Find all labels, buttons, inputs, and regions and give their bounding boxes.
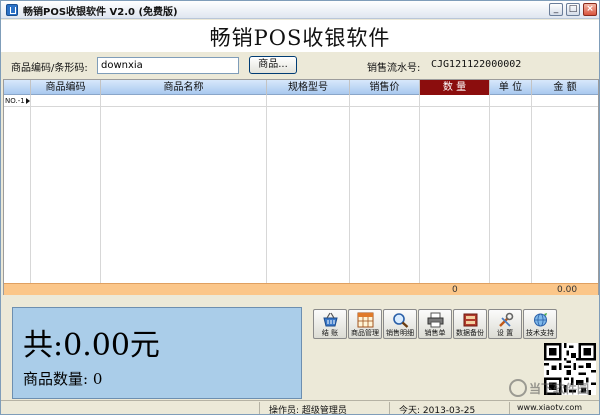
goods-management-button[interactable]: 商品管理 [348,309,382,339]
close-button[interactable]: × [583,3,597,16]
barcode-row: 商品编码/条形码: 商品... 销售流水号: CJG121122000002 [1,52,599,78]
grid-corner [4,80,31,95]
column-header-amount[interactable]: 金 额 [532,80,598,95]
watermark-text: 当下软件园 [529,382,590,396]
goods-management-label: 商品管理 [351,329,379,337]
grid-summary-row: 0 0.00 [4,283,598,295]
sales-slip-label: 销售单 [424,329,446,337]
data-backup-label: 数据备份 [456,329,484,337]
total-panel: 共:0.00元 商品数量: 0 [12,307,302,399]
status-url: www.xiaotv.com [517,403,583,412]
item-count: 商品数量: 0 [23,368,102,389]
status-bar: 操作员: 超级管理员 今天: 2013-03-25 www.xiaotv.com [1,400,599,415]
status-operator: 操作员: 超级管理员 [269,406,347,415]
column-header-name[interactable]: 商品名称 [101,80,267,95]
tech-support-label: 技术支持 [526,329,554,337]
sales-detail-label: 销售明细 [386,329,414,337]
column-header-quantity[interactable]: 数 量 [420,80,490,95]
amount-total: 0.00 [557,285,578,295]
app-icon [6,4,18,16]
maximize-button[interactable]: □ [566,3,580,16]
status-separator [259,402,260,414]
column-header-unit[interactable]: 单 位 [490,80,532,95]
grid-header: 商品编码 商品名称 规格型号 销售价 数 量 单 位 金 额 [4,80,598,95]
page-title: 畅销POS收银软件 [209,26,391,50]
item-count-value: 0 [92,370,103,388]
printer-icon [427,312,444,328]
sales-detail-button[interactable]: 销售明细 [383,309,417,339]
table-row[interactable]: NO.-1 [4,96,598,107]
goods-grid-icon [357,312,374,328]
column-header-spec[interactable]: 规格型号 [267,80,350,95]
pos-window: 畅销POS收银软件 V2.0 (免费版) _ □ × 畅销POS收银软件 商品编… [0,0,600,415]
barcode-label: 商品编码/条形码: [11,63,88,74]
app-header: 畅销POS收银软件 [1,20,599,52]
grid-divider [531,95,532,283]
grid-divider [30,95,31,283]
support-globe-icon [534,313,547,327]
grid-divider [419,95,420,283]
watermark-logo-icon [509,379,527,397]
total-amount: 共:0.00元 [23,328,160,363]
data-backup-button[interactable]: 数据备份 [453,309,487,339]
grid-divider [100,95,101,283]
column-header-price[interactable]: 销售价 [350,80,420,95]
grid-divider [489,95,490,283]
window-title: 畅销POS收银软件 V2.0 (免费版) [23,7,178,18]
grid-divider [349,95,350,283]
sales-slip-button[interactable]: 销售单 [418,309,452,339]
title-bar[interactable]: 畅销POS收银软件 V2.0 (免费版) _ □ × [1,1,599,19]
checkout-basket-icon [323,312,338,327]
quantity-total: 0 [452,285,458,295]
checkout-label: 结 账 [321,329,339,337]
database-backup-icon [463,313,478,327]
magnifier-icon [393,313,409,328]
settings-label: 设 置 [496,329,514,337]
barcode-input[interactable] [97,57,239,74]
column-header-code[interactable]: 商品编码 [31,80,101,95]
row-pointer-icon [26,98,30,104]
tech-support-button[interactable]: 技术支持 [523,309,557,339]
status-separator [509,402,510,414]
checkout-button[interactable]: 结 账 [313,309,347,339]
settings-button[interactable]: 设 置 [488,309,522,339]
status-date: 今天: 2013-03-25 [399,406,476,415]
sales-grid[interactable]: 商品编码 商品名称 规格型号 销售价 数 量 单 位 金 额 NO.-1 0 0… [3,79,599,295]
minimize-button[interactable]: _ [549,3,563,16]
serial-label: 销售流水号: [367,63,421,74]
settings-tools-icon [499,312,514,327]
watermark: 当下软件园 [509,379,589,401]
grid-divider [266,95,267,283]
item-count-label: 商品数量: [23,370,89,388]
status-separator [389,402,390,414]
serial-value: CJG121122000002 [431,59,522,70]
goods-lookup-button[interactable]: 商品... [249,56,297,74]
